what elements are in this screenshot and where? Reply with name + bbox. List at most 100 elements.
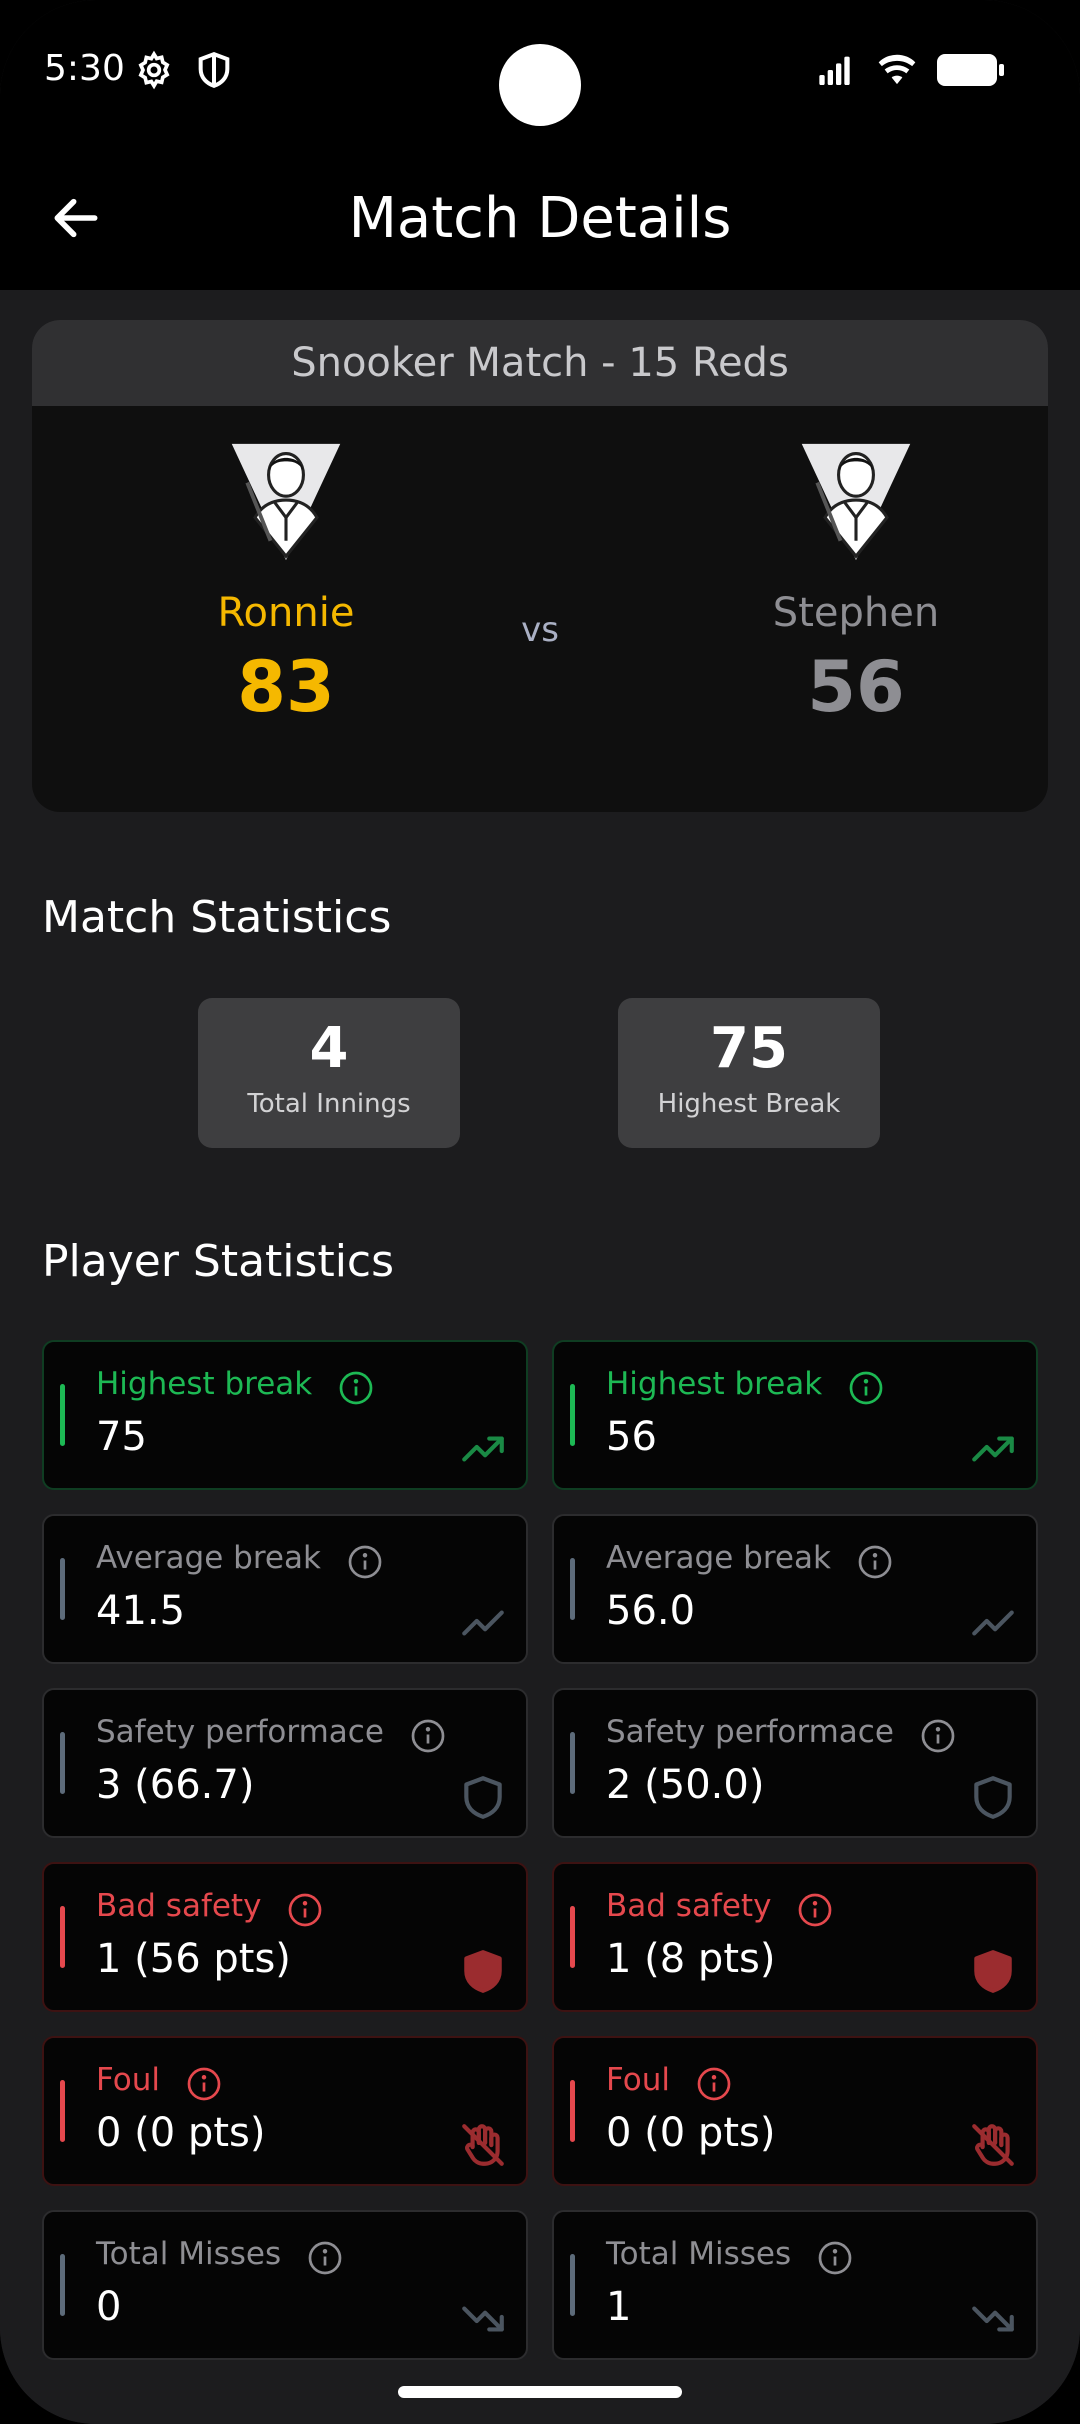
stat-total-innings: 4 Total Innings xyxy=(198,998,460,1148)
stat-card-label: Foul xyxy=(606,2062,670,2098)
accent-bar xyxy=(60,1558,65,1620)
info-icon[interactable] xyxy=(410,1718,446,1754)
info-icon[interactable] xyxy=(347,1544,383,1580)
stat-label: Highest Break xyxy=(657,1089,841,1119)
stat-card-highest-break: Highest break 75 xyxy=(42,1340,528,1490)
accent-bar xyxy=(570,1558,575,1620)
stat-card-value: 1 xyxy=(606,2284,632,2330)
player-avatar-icon xyxy=(801,443,911,561)
status-time: 5:30 xyxy=(44,48,125,89)
settings-icon xyxy=(138,50,170,90)
player1-score: 83 xyxy=(237,646,335,728)
stat-card-label: Safety performace xyxy=(96,1714,384,1750)
stat-highest-break: 75 Highest Break xyxy=(618,998,880,1148)
page-title: Match Details xyxy=(348,186,732,251)
stat-card-label: Foul xyxy=(96,2062,160,2098)
camera-cutout xyxy=(499,44,581,126)
info-icon[interactable] xyxy=(817,2240,853,2276)
stat-card-safety-performace: Safety performace 2 (50.0) xyxy=(552,1688,1038,1838)
info-icon[interactable] xyxy=(920,1718,956,1754)
stat-card-bad-safety: Bad safety 1 (56 pts) xyxy=(42,1862,528,2012)
battery-icon xyxy=(937,54,1004,86)
info-icon[interactable] xyxy=(797,1892,833,1928)
stat-card-value: 0 xyxy=(96,2284,122,2330)
shield-icon xyxy=(974,1776,1012,1819)
trending-up-icon xyxy=(972,1436,1014,1462)
info-icon[interactable] xyxy=(848,1370,884,1406)
accent-bar xyxy=(60,1732,65,1794)
stat-value: 75 xyxy=(710,1016,788,1081)
player2-score: 56 xyxy=(807,646,905,728)
hand-off-icon xyxy=(462,2124,504,2166)
stat-card-value: 0 (0 pts) xyxy=(606,2110,776,2156)
trending-down-icon xyxy=(462,2306,504,2332)
info-icon[interactable] xyxy=(696,2066,732,2102)
stat-card-value: 41.5 xyxy=(96,1588,186,1634)
stat-card-highest-break: Highest break 56 xyxy=(552,1340,1038,1490)
trending-line-icon xyxy=(972,1610,1014,1636)
home-indicator[interactable] xyxy=(398,2386,682,2398)
content-area[interactable]: Snooker Match - 15 Reds Ronnie 83 vs Ste… xyxy=(0,290,1080,2424)
match-statistics-heading: Match Statistics xyxy=(42,892,392,943)
phone-screen: 5:30 Match Details Snooker Match - 15 Re… xyxy=(0,0,1080,2424)
stat-card-value: 75 xyxy=(96,1414,147,1460)
status-bar: 5:30 xyxy=(0,0,1080,150)
stat-card-average-break: Average break 41.5 xyxy=(42,1514,528,1664)
shield-filled-icon xyxy=(464,1950,502,1993)
stat-card-total-misses: Total Misses 1 xyxy=(552,2210,1038,2360)
trending-up-icon xyxy=(462,1436,504,1462)
accent-bar xyxy=(60,1906,65,1968)
stat-label: Total Innings xyxy=(247,1089,411,1119)
stat-card-value: 3 (66.7) xyxy=(96,1762,255,1808)
stat-value: 4 xyxy=(309,1016,349,1081)
stat-card-value: 1 (56 pts) xyxy=(96,1936,291,1982)
info-icon[interactable] xyxy=(287,1892,323,1928)
player-avatar-icon xyxy=(231,443,341,561)
shield-icon xyxy=(464,1776,502,1819)
stat-card-foul: Foul 0 (0 pts) xyxy=(552,2036,1038,2186)
shield-filled-icon xyxy=(974,1950,1012,1993)
player-statistics-heading: Player Statistics xyxy=(42,1236,395,1287)
match-header: Snooker Match - 15 Reds xyxy=(32,320,1048,406)
match-card: Snooker Match - 15 Reds Ronnie 83 vs Ste… xyxy=(32,320,1048,812)
stat-card-average-break: Average break 56.0 xyxy=(552,1514,1038,1664)
stat-card-label: Average break xyxy=(96,1540,321,1576)
trending-line-icon xyxy=(462,1610,504,1636)
stat-card-value: 56 xyxy=(606,1414,657,1460)
stat-card-value: 56.0 xyxy=(606,1588,696,1634)
stat-card-value: 0 (0 pts) xyxy=(96,2110,266,2156)
stat-card-label: Total Misses xyxy=(606,2236,792,2272)
stat-card-total-misses: Total Misses 0 xyxy=(42,2210,528,2360)
stat-card-label: Total Misses xyxy=(96,2236,282,2272)
shield-status-icon xyxy=(198,52,230,88)
stat-card-label: Bad safety xyxy=(96,1888,262,1924)
app-bar: Match Details xyxy=(0,150,1080,290)
accent-bar xyxy=(570,2254,575,2316)
accent-bar xyxy=(60,2080,65,2142)
stat-card-value: 2 (50.0) xyxy=(606,1762,765,1808)
player2-panel: Stephen 56 xyxy=(706,440,1006,728)
hand-off-icon xyxy=(972,2124,1014,2166)
stat-card-foul: Foul 0 (0 pts) xyxy=(42,2036,528,2186)
accent-bar xyxy=(60,1384,65,1446)
player2-name: Stephen xyxy=(772,590,940,636)
info-icon[interactable] xyxy=(338,1370,374,1406)
signal-icon xyxy=(819,56,850,85)
stat-card-label: Highest break xyxy=(606,1366,823,1402)
accent-bar xyxy=(570,1384,575,1446)
stat-card-label: Average break xyxy=(606,1540,831,1576)
info-icon[interactable] xyxy=(857,1544,893,1580)
trending-down-icon xyxy=(972,2306,1014,2332)
stat-card-label: Safety performace xyxy=(606,1714,894,1750)
info-icon[interactable] xyxy=(307,2240,343,2276)
stat-card-safety-performace: Safety performace 3 (66.7) xyxy=(42,1688,528,1838)
accent-bar xyxy=(60,2254,65,2316)
stat-card-label: Bad safety xyxy=(606,1888,772,1924)
stat-card-value: 1 (8 pts) xyxy=(606,1936,776,1982)
stat-card-bad-safety: Bad safety 1 (8 pts) xyxy=(552,1862,1038,2012)
info-icon[interactable] xyxy=(186,2066,222,2102)
player1-panel: Ronnie 83 xyxy=(136,440,436,728)
wifi-icon xyxy=(878,54,916,85)
stat-card-label: Highest break xyxy=(96,1366,313,1402)
accent-bar xyxy=(570,2080,575,2142)
